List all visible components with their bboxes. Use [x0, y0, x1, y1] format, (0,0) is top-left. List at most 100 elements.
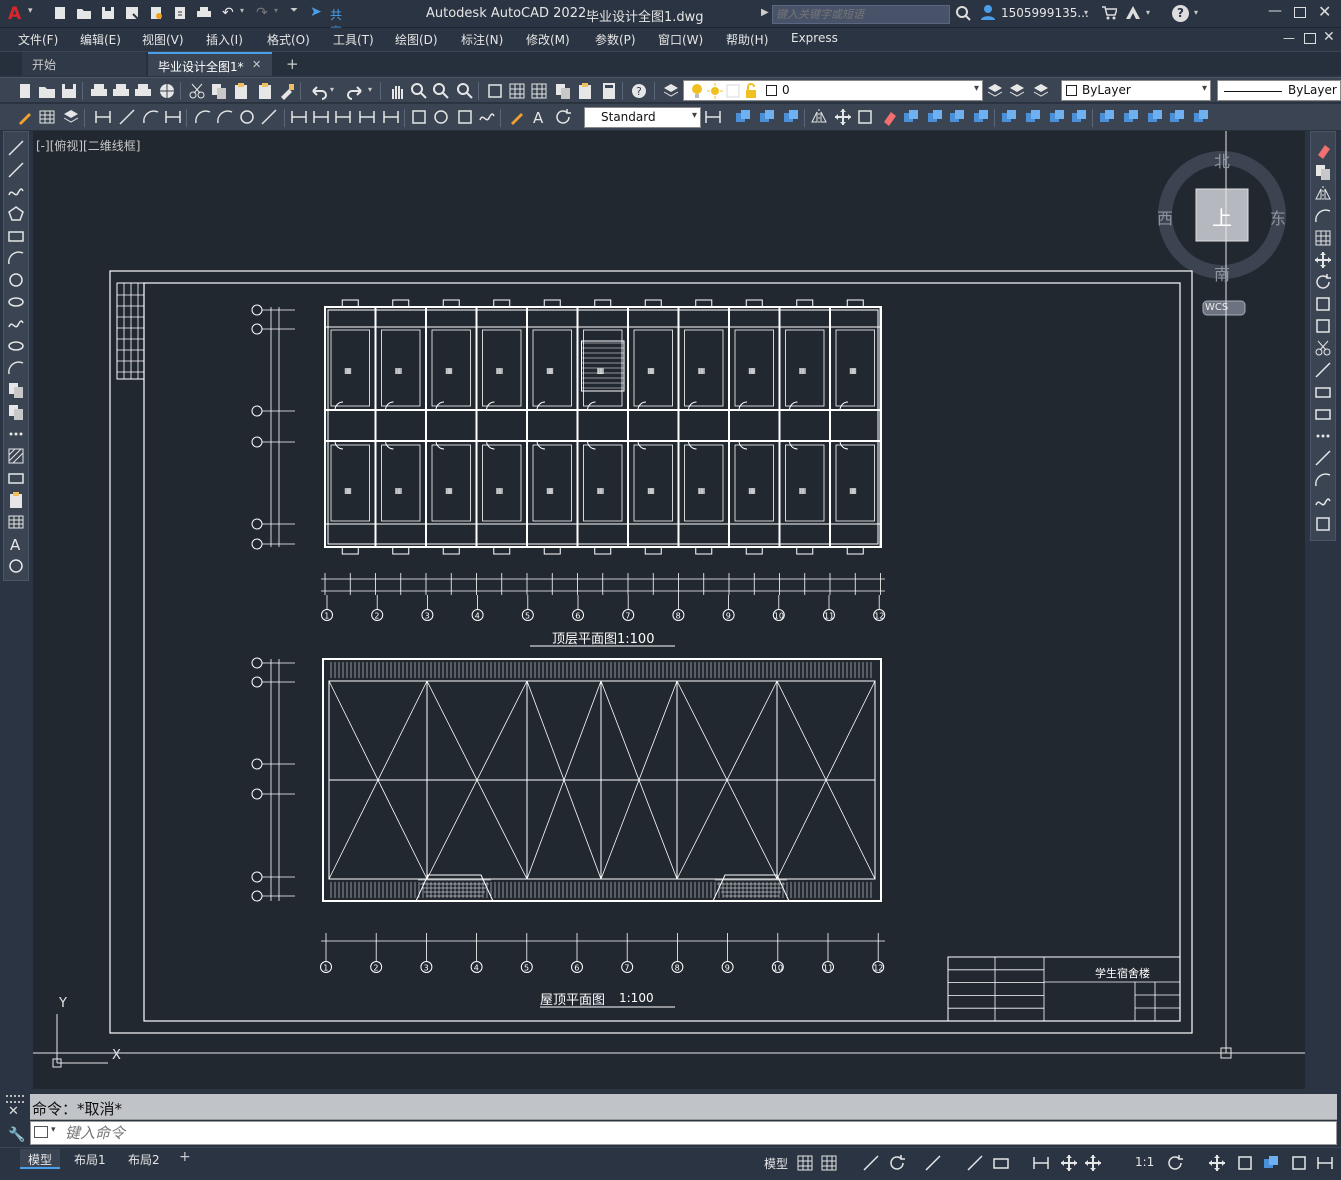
hatch-tool-icon[interactable]: [7, 447, 25, 465]
make-block-icon[interactable]: [7, 403, 25, 421]
isodraft-icon[interactable]: [966, 1154, 984, 1172]
undo-dropdown-icon[interactable]: ▾: [240, 6, 244, 15]
tool-6-icon[interactable]: [926, 108, 944, 126]
annotation-visibility-icon[interactable]: [1060, 1154, 1078, 1172]
publish-icon[interactable]: [134, 82, 152, 100]
join-tool-icon[interactable]: [1314, 427, 1332, 445]
save-web-icon[interactable]: [172, 5, 188, 21]
share-icon[interactable]: ➤: [310, 4, 322, 20]
table-tool-icon[interactable]: [7, 513, 25, 531]
layer-lock-icon-inline[interactable]: [742, 82, 760, 100]
paste-special-icon[interactable]: [256, 82, 274, 100]
annotation-scale-value[interactable]: 1:1: [1135, 1155, 1154, 1169]
hardware-accel-icon[interactable]: [1262, 1154, 1280, 1172]
menu-format[interactable]: 格式(O): [267, 31, 310, 48]
align-icon[interactable]: [810, 108, 828, 126]
menu-view[interactable]: 视图(V): [142, 31, 184, 48]
chamfer-tool-icon[interactable]: [1314, 449, 1332, 467]
model-space-toggle[interactable]: 模型: [764, 1155, 788, 1172]
annotation-monitor-icon[interactable]: [1208, 1154, 1226, 1172]
doc-close-icon[interactable]: ✕: [1323, 29, 1335, 45]
tool-a-icon[interactable]: [1098, 108, 1116, 126]
layer-states-icon[interactable]: [1032, 82, 1050, 100]
point-tool-icon[interactable]: [7, 425, 25, 443]
tool-e-icon[interactable]: [1192, 108, 1210, 126]
center-mark-icon[interactable]: [432, 108, 450, 126]
clean-screen-icon[interactable]: [1290, 1154, 1308, 1172]
autoscale-icon[interactable]: [1084, 1154, 1102, 1172]
viewcube-west[interactable]: 西: [1157, 205, 1173, 229]
close-window-icon[interactable]: ✕: [1318, 2, 1331, 21]
plot-icon[interactable]: [196, 5, 212, 21]
erase-tool-icon[interactable]: [1314, 141, 1332, 159]
dim-text-edit-icon[interactable]: A: [530, 108, 548, 126]
dim-break-icon[interactable]: [382, 108, 400, 126]
polar-tracking-icon[interactable]: [888, 1154, 906, 1172]
aligned-dim-icon[interactable]: [118, 108, 136, 126]
menu-parametric[interactable]: 参数(P): [595, 31, 636, 48]
add-selected-tool-icon[interactable]: [7, 557, 25, 575]
cut-icon[interactable]: [188, 82, 206, 100]
save-as-icon[interactable]: [124, 5, 140, 21]
ordinate-dim-icon[interactable]: [164, 108, 182, 126]
menu-dimension[interactable]: 标注(N): [461, 31, 503, 48]
continue-dim-icon[interactable]: [334, 108, 352, 126]
gradient-tool-icon[interactable]: [7, 469, 25, 487]
maximize-window-icon[interactable]: [1294, 7, 1306, 18]
command-customize-icon[interactable]: 🔧: [8, 1127, 25, 1143]
spline-tool-icon[interactable]: [7, 315, 25, 333]
search-icon[interactable]: [955, 5, 971, 21]
tool-7-icon[interactable]: [948, 108, 966, 126]
apps-dropdown-icon[interactable]: ▾: [1146, 8, 1150, 17]
recent-commands-icon[interactable]: [34, 1126, 48, 1138]
menu-insert[interactable]: 插入(I): [206, 31, 243, 48]
menu-file[interactable]: 文件(F): [18, 31, 58, 48]
dim-style-dropdown[interactable]: Standard ▾: [584, 107, 701, 128]
polyline-tool-icon[interactable]: [7, 183, 25, 201]
line-tool-icon[interactable]: [7, 139, 25, 157]
paste-icon[interactable]: [232, 82, 250, 100]
command-grip-icon[interactable]: [6, 1095, 24, 1103]
solid-3-icon[interactable]: [1048, 108, 1066, 126]
menu-window[interactable]: 窗口(W): [658, 31, 703, 48]
autocad-logo-icon[interactable]: A: [8, 4, 21, 24]
toolbar-undo-icon[interactable]: [310, 82, 328, 100]
arc-length-icon[interactable]: [142, 108, 160, 126]
stretch-tool-icon[interactable]: [1314, 317, 1332, 335]
osnap-tracking-icon[interactable]: [924, 1154, 942, 1172]
extend-tool-icon[interactable]: [1314, 361, 1332, 379]
menu-edit[interactable]: 编辑(E): [80, 31, 121, 48]
linetype-dropdown[interactable]: ByLayer: [1217, 80, 1341, 101]
search-expand-icon[interactable]: ▶: [761, 7, 769, 18]
layout-tab-model[interactable]: 模型: [20, 1149, 61, 1169]
tool-5-icon[interactable]: [902, 108, 920, 126]
save-drawing-icon[interactable]: [60, 82, 78, 100]
snap-mode-icon[interactable]: [820, 1154, 838, 1172]
dynamic-ucs-icon[interactable]: [992, 1154, 1010, 1172]
make-current-layer-icon[interactable]: [986, 82, 1004, 100]
markup-icon[interactable]: [576, 82, 594, 100]
help-dropdown-icon[interactable]: ▾: [1194, 8, 1198, 17]
multileader-style-icon[interactable]: [62, 108, 80, 126]
arc-tool-icon[interactable]: [7, 249, 25, 267]
break-at-point-icon[interactable]: [1314, 383, 1332, 401]
layer-previous-icon[interactable]: [1008, 82, 1026, 100]
app-menu-chevron-icon[interactable]: ▾: [28, 6, 33, 16]
tab-start[interactable]: 开始: [22, 52, 146, 76]
blue-tool-3-icon[interactable]: [782, 108, 800, 126]
tool-8-icon[interactable]: [972, 108, 990, 126]
trim-tool-icon[interactable]: [1314, 339, 1332, 357]
save-icon[interactable]: [100, 5, 116, 21]
layout-tab-2[interactable]: 布局2: [120, 1149, 168, 1169]
viewcube[interactable]: [1158, 151, 1286, 316]
circle-tool-icon[interactable]: [7, 271, 25, 289]
redo-icon[interactable]: ↷: [256, 5, 272, 21]
viewcube-south[interactable]: 南: [1214, 261, 1230, 285]
solid-1-icon[interactable]: [1000, 108, 1018, 126]
layout-tab-1[interactable]: 布局1: [66, 1149, 114, 1169]
drawing-canvas[interactable]: [-][俯视][二维线框] ▦ ▦ ▦ ▦ ▦ ▦ ▦ ▦ ▦ ▦ ▦ ▦ ▦ ▦ ▦ ▦ ▦ ▦ ▦ ▦ ▦ ▦ 1 2 3 4…: [33, 131, 1305, 1089]
menu-tools[interactable]: 工具(T): [333, 31, 374, 48]
solid-2-icon[interactable]: [1024, 108, 1042, 126]
redo-dropdown-icon[interactable]: ▾: [274, 6, 278, 15]
undo-icon[interactable]: ↶: [222, 5, 238, 21]
